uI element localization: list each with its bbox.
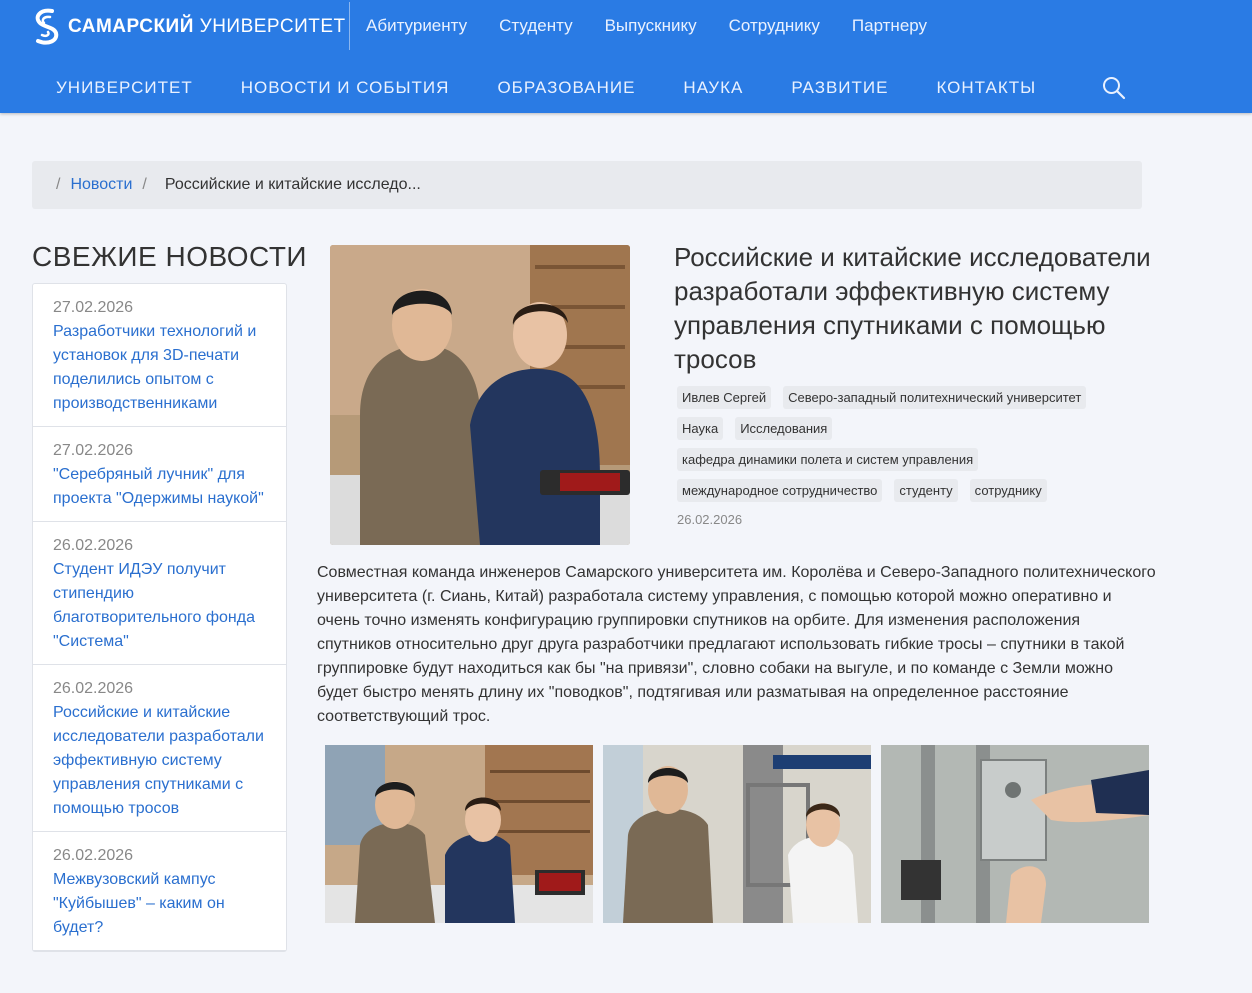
main-nav-science[interactable]: НАУКА — [683, 78, 743, 98]
logo-icon — [35, 8, 59, 45]
gallery-photo[interactable] — [603, 745, 871, 923]
tag-row: международное сотрудничество студенту со… — [677, 479, 1147, 502]
nav-link-partners[interactable]: Партнеру — [852, 16, 927, 36]
nav-link-employees[interactable]: Сотруднику — [729, 16, 820, 36]
header-divider — [349, 2, 350, 50]
article-tags: Ивлев Сергей Северо-западный политехниче… — [677, 386, 1147, 510]
main-nav-contacts[interactable]: КОНТАКТЫ — [936, 78, 1036, 98]
breadcrumb-separator: / — [56, 176, 61, 193]
article-body: Совместная команда инженеров Самарского … — [317, 564, 1156, 725]
breadcrumb-news-link[interactable]: Новости — [70, 176, 132, 194]
breadcrumb-separator: / — [142, 176, 147, 193]
nav-link-graduates[interactable]: Выпускнику — [605, 16, 697, 36]
main-nav-news[interactable]: НОВОСТИ И СОБЫТИЯ — [241, 78, 450, 98]
main-nav-development[interactable]: РАЗВИТИЕ — [791, 78, 888, 98]
tag[interactable]: Наука — [677, 417, 724, 440]
gallery-photo[interactable] — [881, 745, 1149, 923]
tag-row: Ивлев Сергей Северо-западный политехниче… — [677, 386, 1147, 409]
tag-row: Наука Исследования — [677, 417, 1147, 440]
news-date: 26.02.2026 — [53, 847, 134, 864]
tag[interactable]: Ивлев Сергей — [677, 386, 772, 409]
news-link[interactable]: Межвузовский кампус "Куйбышев" – каким о… — [53, 868, 274, 940]
news-link[interactable]: Разработчики технологий и установок для … — [53, 320, 274, 416]
breadcrumb: / Новости / Российские и китайские иссле… — [32, 161, 1142, 209]
tag[interactable]: международное сотрудничество — [677, 479, 883, 502]
tag[interactable]: Северо-западный политехнический универси… — [783, 386, 1087, 409]
list-item: 27.02.2026 "Серебряный лучник" для проек… — [33, 427, 286, 522]
main-nav-education[interactable]: ОБРАЗОВАНИЕ — [497, 78, 635, 98]
gallery-photo[interactable] — [325, 745, 593, 923]
tag[interactable]: сотруднику — [969, 479, 1047, 502]
article-main-photo[interactable] — [330, 245, 630, 545]
news-date: 26.02.2026 — [53, 537, 134, 554]
list-item: 27.02.2026 Разработчики технологий и уст… — [33, 284, 286, 427]
main-nav: УНИВЕРСИТЕТ НОВОСТИ И СОБЫТИЯ ОБРАЗОВАНИ… — [56, 78, 1084, 98]
university-logo[interactable]: САМАРСКИЙ УНИВЕРСИТЕТ — [30, 6, 346, 48]
list-item: 26.02.2026 Российские и китайские исслед… — [33, 665, 286, 832]
news-date: 27.02.2026 — [53, 299, 134, 316]
photo-gallery — [325, 745, 1159, 923]
nav-link-applicants[interactable]: Абитуриенту — [366, 16, 467, 36]
audience-nav: Абитуриенту Студенту Выпускнику Сотрудни… — [366, 16, 959, 36]
breadcrumb-current: Российские и китайские исследо... — [164, 176, 421, 193]
news-link[interactable]: Российские и китайские исследователи раз… — [53, 701, 274, 821]
article-date: 26.02.2026 — [677, 512, 743, 527]
tag[interactable]: Исследования — [735, 417, 833, 440]
site-header: САМАРСКИЙ УНИВЕРСИТЕТ Абитуриенту Студен… — [0, 0, 1252, 113]
news-date: 26.02.2026 — [53, 680, 134, 697]
main-nav-university[interactable]: УНИВЕРСИТЕТ — [56, 78, 193, 98]
nav-link-students[interactable]: Студенту — [499, 16, 572, 36]
tag[interactable]: кафедра динамики полета и систем управле… — [677, 448, 979, 471]
news-link[interactable]: Студент ИДЭУ получит стипендию благотвор… — [53, 558, 274, 654]
list-item: 26.02.2026 Студент ИДЭУ получит стипенди… — [33, 522, 286, 665]
search-icon[interactable] — [1101, 75, 1127, 101]
news-link[interactable]: "Серебряный лучник" для проекта "Одержим… — [53, 463, 274, 511]
fresh-news-list: 27.02.2026 Разработчики технологий и уст… — [32, 283, 287, 952]
article-title: Российские и китайские исследователи раз… — [674, 242, 1151, 374]
fresh-news-title: СВЕЖИЕ НОВОСТИ — [32, 241, 308, 272]
tag[interactable]: студенту — [894, 479, 958, 502]
tag-row: кафедра динамики полета и систем управле… — [677, 448, 1147, 471]
news-date: 27.02.2026 — [53, 442, 134, 459]
logo-text: САМАРСКИЙ УНИВЕРСИТЕТ — [68, 16, 346, 37]
list-item: 26.02.2026 Межвузовский кампус "Куйбышев… — [33, 832, 286, 951]
